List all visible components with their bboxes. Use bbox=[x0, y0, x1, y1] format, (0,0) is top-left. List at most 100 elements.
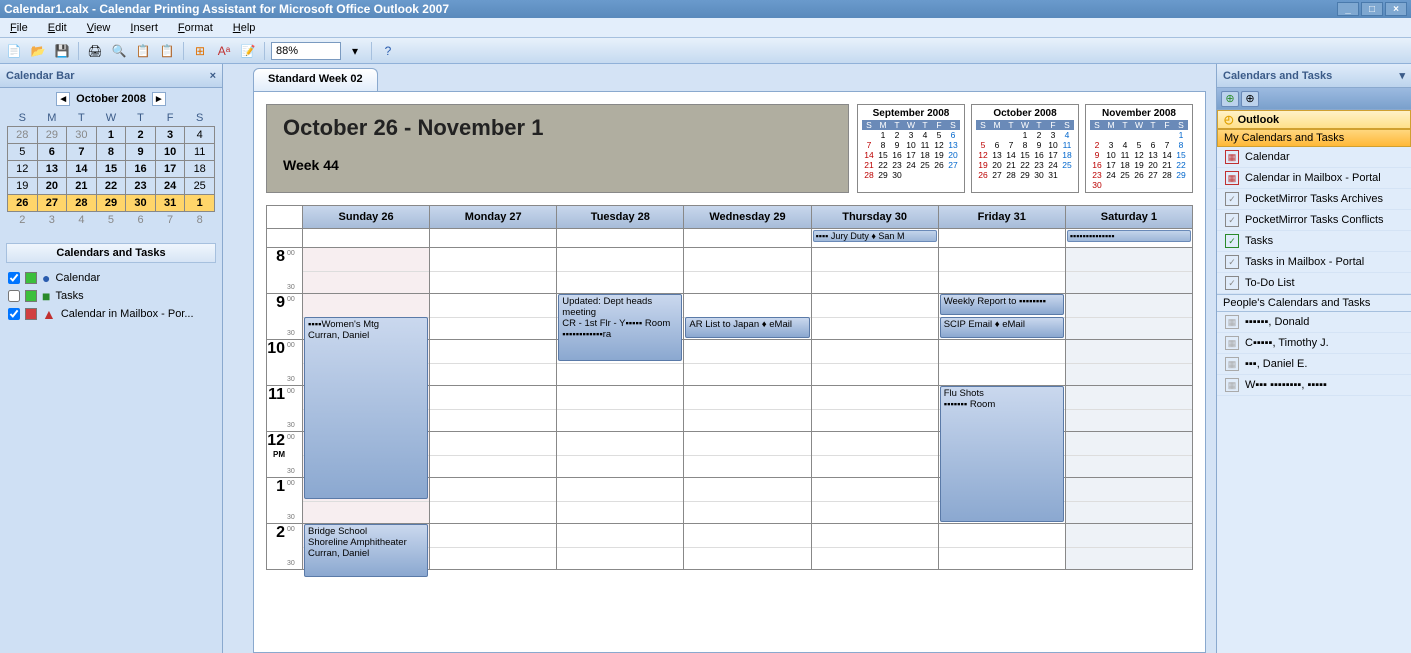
checkbox[interactable] bbox=[8, 290, 20, 302]
allday-cell[interactable] bbox=[684, 229, 811, 247]
date-cell[interactable]: 18 bbox=[185, 161, 215, 178]
grid-icon[interactable]: ⊞ bbox=[190, 41, 210, 61]
time-cell[interactable] bbox=[812, 477, 939, 523]
peoples-calendars-group[interactable]: People's Calendars and Tasks bbox=[1217, 294, 1411, 312]
calendar-list-item[interactable]: ▦W▪▪▪ ▪▪▪▪▪▪▪▪, ▪▪▪▪▪ bbox=[1217, 375, 1411, 396]
print-icon[interactable]: 🖨 bbox=[85, 41, 105, 61]
calendar-check-row[interactable]: ●Calendar bbox=[0, 269, 222, 287]
date-cell[interactable]: 21 bbox=[67, 178, 97, 195]
time-cell[interactable] bbox=[812, 431, 939, 477]
calendar-check-row[interactable]: ■Tasks bbox=[0, 287, 222, 305]
time-cell[interactable] bbox=[939, 247, 1066, 293]
menu-help[interactable]: Help bbox=[223, 20, 266, 36]
time-cell[interactable] bbox=[939, 523, 1066, 569]
outlook-header[interactable]: ◴ Outlook bbox=[1217, 110, 1411, 129]
date-cell[interactable]: 30 bbox=[67, 127, 97, 144]
date-cell[interactable]: 29 bbox=[96, 195, 126, 212]
time-cell[interactable] bbox=[684, 385, 811, 431]
forward-button[interactable]: ⊕ bbox=[1241, 91, 1259, 107]
time-cell[interactable]: Updated: Dept heads meetingCR - 1st Flr … bbox=[557, 293, 684, 339]
date-cell[interactable]: 16 bbox=[126, 161, 156, 178]
date-cell[interactable]: 14 bbox=[67, 161, 97, 178]
time-cell[interactable]: AR List to Japan ♦ eMail bbox=[684, 293, 811, 339]
chevron-down-icon[interactable]: ▾ bbox=[1399, 69, 1405, 82]
time-cell[interactable]: Flu Shots▪▪▪▪▪▪▪ Room bbox=[939, 385, 1066, 431]
time-cell[interactable] bbox=[939, 339, 1066, 385]
time-cell[interactable] bbox=[430, 293, 557, 339]
time-cell[interactable] bbox=[812, 523, 939, 569]
date-cell[interactable]: 22 bbox=[96, 178, 126, 195]
date-cell[interactable]: 23 bbox=[126, 178, 156, 195]
zoom-dropdown-icon[interactable]: ▾ bbox=[345, 41, 365, 61]
date-cell[interactable]: 28 bbox=[8, 127, 38, 144]
menu-edit[interactable]: Edit bbox=[38, 20, 77, 36]
date-cell[interactable]: 1 bbox=[96, 127, 126, 144]
time-cell[interactable] bbox=[812, 385, 939, 431]
appointment[interactable]: ▪▪▪▪Women's MtgCurran, Daniel bbox=[304, 317, 428, 499]
menu-file[interactable]: File bbox=[0, 20, 38, 36]
help-icon[interactable]: ? bbox=[378, 41, 398, 61]
date-cell[interactable]: 29 bbox=[37, 127, 67, 144]
time-cell[interactable] bbox=[684, 431, 811, 477]
next-month-button[interactable]: ► bbox=[152, 92, 166, 106]
time-cell[interactable] bbox=[1066, 339, 1192, 385]
date-cell[interactable]: 2 bbox=[8, 212, 38, 229]
my-calendars-group[interactable]: My Calendars and Tasks bbox=[1217, 129, 1411, 147]
time-cell[interactable] bbox=[557, 477, 684, 523]
time-cell[interactable] bbox=[430, 477, 557, 523]
paste-icon[interactable]: 📋 bbox=[157, 41, 177, 61]
time-cell[interactable]: ▪▪▪▪Women's MtgCurran, Daniel bbox=[303, 293, 430, 339]
time-cell[interactable] bbox=[1066, 477, 1192, 523]
time-cell[interactable] bbox=[684, 477, 811, 523]
date-cell[interactable]: 1 bbox=[185, 195, 215, 212]
calendar-list-item[interactable]: ▦▪▪▪▪▪▪, Donald bbox=[1217, 312, 1411, 333]
time-cell[interactable] bbox=[684, 339, 811, 385]
date-cell[interactable]: 28 bbox=[67, 195, 97, 212]
minimize-button[interactable]: _ bbox=[1337, 2, 1359, 16]
allday-cell[interactable] bbox=[557, 229, 684, 247]
menu-format[interactable]: Format bbox=[168, 20, 223, 36]
date-cell[interactable]: 30 bbox=[126, 195, 156, 212]
back-button[interactable]: ⊕ bbox=[1221, 91, 1239, 107]
allday-event[interactable]: ▪▪▪▪▪▪▪▪▪▪▪▪▪▪ bbox=[1067, 230, 1191, 242]
date-cell[interactable]: 17 bbox=[155, 161, 185, 178]
time-cell[interactable] bbox=[557, 431, 684, 477]
calendar-check-row[interactable]: ▲Calendar in Mailbox - Por... bbox=[0, 305, 222, 323]
menu-view[interactable]: View bbox=[77, 20, 121, 36]
time-cell[interactable] bbox=[430, 247, 557, 293]
date-cell[interactable]: 11 bbox=[185, 144, 215, 161]
date-cell[interactable]: 7 bbox=[67, 144, 97, 161]
time-cell[interactable] bbox=[812, 339, 939, 385]
menu-insert[interactable]: Insert bbox=[120, 20, 168, 36]
time-cell[interactable] bbox=[684, 523, 811, 569]
close-panel-icon[interactable]: × bbox=[210, 70, 216, 82]
time-cell[interactable] bbox=[430, 523, 557, 569]
time-cell[interactable] bbox=[303, 247, 430, 293]
date-cell[interactable]: 26 bbox=[8, 195, 38, 212]
time-cell[interactable] bbox=[557, 247, 684, 293]
date-cell[interactable]: 20 bbox=[37, 178, 67, 195]
time-cell[interactable] bbox=[1066, 247, 1192, 293]
calendar-list-item[interactable]: ✓PocketMirror Tasks Archives bbox=[1217, 189, 1411, 210]
calendar-list-item[interactable]: ▦C▪▪▪▪▪, Timothy J. bbox=[1217, 333, 1411, 354]
date-cell[interactable]: 13 bbox=[37, 161, 67, 178]
date-cell[interactable]: 7 bbox=[155, 212, 185, 229]
open-icon[interactable]: 📂 bbox=[28, 41, 48, 61]
date-cell[interactable]: 5 bbox=[96, 212, 126, 229]
maximize-button[interactable]: □ bbox=[1361, 2, 1383, 16]
close-button[interactable]: × bbox=[1385, 2, 1407, 16]
time-cell[interactable] bbox=[812, 247, 939, 293]
time-cell[interactable]: Weekly Report to ▪▪▪▪▪▪▪▪SCIP Email ♦ eM… bbox=[939, 293, 1066, 339]
date-cell[interactable]: 12 bbox=[8, 161, 38, 178]
date-cell[interactable]: 27 bbox=[37, 195, 67, 212]
date-cell[interactable]: 6 bbox=[37, 144, 67, 161]
time-cell[interactable] bbox=[1066, 293, 1192, 339]
date-cell[interactable]: 4 bbox=[67, 212, 97, 229]
allday-cell[interactable]: ▪▪▪▪ Jury Duty ♦ San M bbox=[812, 229, 939, 247]
time-cell[interactable] bbox=[430, 431, 557, 477]
time-cell[interactable] bbox=[430, 385, 557, 431]
date-cell[interactable]: 3 bbox=[37, 212, 67, 229]
appointment[interactable]: SCIP Email ♦ eMail bbox=[940, 317, 1064, 338]
time-cell[interactable] bbox=[684, 247, 811, 293]
appointment[interactable]: AR List to Japan ♦ eMail bbox=[685, 317, 809, 338]
